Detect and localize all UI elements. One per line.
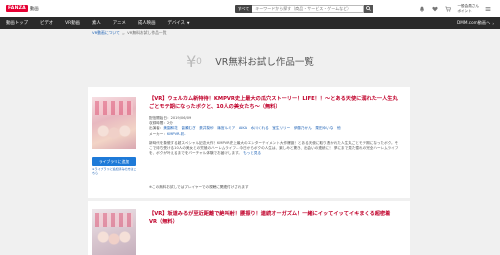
site-logo[interactable]: FANZA 動画 [6, 5, 39, 12]
nav-item-vr[interactable]: VR動画 [65, 20, 80, 26]
yen-icon: ¥ 0 [186, 51, 202, 71]
search-bar: すべて [234, 4, 374, 13]
nav-item-amateur[interactable]: 素人 [92, 20, 101, 26]
search-button[interactable] [364, 4, 374, 13]
heart-icon[interactable] [431, 5, 439, 13]
meta-maker-link[interactable]: KMPVR-彩- [167, 132, 186, 137]
main-nav: 動画トップ ビデオ VR動画 素人 アニメ 成人映画 デバイス ▼ DMM.co… [0, 17, 500, 29]
product-thumbnail[interactable] [92, 209, 136, 255]
library-help-link[interactable]: ※ライブラリに追加済みの方はこちら [92, 167, 138, 176]
nav-item-device[interactable]: デバイス ▼ [167, 20, 189, 26]
search-input[interactable] [252, 4, 365, 13]
logo-sub: 動画 [29, 6, 39, 12]
chevron-right-icon: › [492, 20, 494, 26]
bell-icon[interactable] [418, 5, 426, 13]
product-thumbnail[interactable] [92, 97, 136, 149]
product-description: 新時代を象徴する超スペシャル記念大作！KMPVR史上最大のエンターテイメント大作… [149, 141, 401, 157]
nav-item-adult-film[interactable]: 成人映画 [138, 20, 156, 26]
description-text: 新時代を象徴する超スペシャル記念大作！KMPVR史上最大のエンターテイメント大作… [149, 141, 399, 156]
meta-actress-links[interactable]: 美園和花 皆瀬むぎ 蒼井梨紗 篠宮ルミア AIKA 水川くれる 宝生リリー 伊藤… [163, 126, 340, 131]
product-title[interactable]: 【VR】坂道みるが至近距離で絶叫射！腰振り！連続オーガズム！一緒にイッてイッてイ… [149, 210, 397, 226]
search-icon [366, 6, 372, 11]
meta-maker-row: メーカー： KMPVR-彩- [149, 132, 401, 137]
product-card: ライブラリに追加 ※ライブラリに追加済みの方はこちら 【VR】ウェルカム新特待！… [88, 87, 410, 198]
yen-symbol: ¥ [186, 51, 197, 71]
nav-item-video[interactable]: ビデオ [40, 20, 53, 26]
page-title: VR無料お試し作品一覧 [215, 57, 314, 68]
page-header: ¥ 0 VR無料お試し作品一覧 [0, 37, 500, 85]
meta-maker-label: メーカー： [149, 131, 167, 136]
logo-mark: FANZA [6, 5, 28, 12]
breadcrumb-current: VR無料お試し作品一覧 [127, 30, 167, 35]
breadcrumb-parent[interactable]: VR動画について [92, 30, 120, 36]
nav-dmm-link[interactable]: DMM.com動画へ › [457, 20, 494, 26]
top-header: FANZA 動画 すべて 一般会員さん ポイント [0, 0, 500, 17]
nav-item-anime[interactable]: アニメ [113, 20, 126, 26]
product-note: ※この無料お試しではプレイヤーでの視聴に関連付けされます [149, 185, 249, 189]
nav-item-device-label: デバイス [167, 21, 185, 26]
product-card: 【VR】坂道みるが至近距離で絶叫射！腰振り！連続オーガズム！一緒にイッてイッてイ… [88, 201, 410, 255]
user-points: ポイント [457, 8, 472, 13]
breadcrumb-separator: > [121, 30, 126, 36]
read-more-link[interactable]: もっと見る [243, 151, 261, 155]
user-menu[interactable]: 一般会員さん ポイント [457, 4, 479, 12]
meta-date-value: 2019/06/09 [170, 116, 192, 120]
breadcrumb: VR動画について > VR無料お試し作品一覧 [0, 29, 500, 37]
search-category-select[interactable]: すべて [234, 4, 253, 13]
chevron-down-icon: ▼ [186, 21, 190, 25]
menu-icon[interactable] [484, 5, 492, 13]
product-title[interactable]: 【VR】ウェルカム新特待！KMPVR史上最大の瓜穴ストーリー！LIFE！！～とあ… [149, 96, 401, 112]
header-right: 一般会員さん ポイント [418, 4, 492, 13]
yen-zero: 0 [196, 56, 202, 67]
product-meta: 配信開始日： 2019/06/09 収録時間： 2分 出演者： 美園和花 皆瀬む… [149, 116, 401, 137]
nav-item-top[interactable]: 動画トップ [6, 20, 28, 26]
nav-dmm-label: DMM.com動画へ [457, 20, 491, 25]
add-to-library-button[interactable]: ライブラリに追加 [92, 157, 136, 166]
cart-icon[interactable] [444, 5, 452, 13]
